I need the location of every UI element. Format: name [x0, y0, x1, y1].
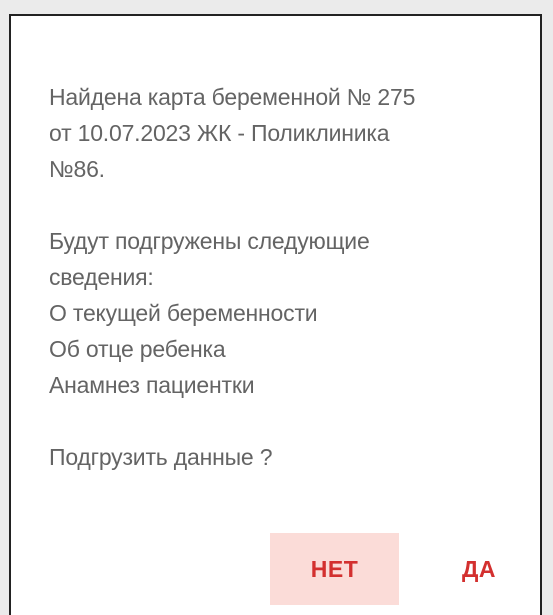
message-item-father: Об отце ребенка: [49, 336, 226, 362]
message-line-info: сведения:: [49, 264, 154, 290]
message-item-pregnancy: О текущей беременности: [49, 300, 318, 326]
message-line-clinic-number: №86.: [49, 156, 105, 182]
message-line-date-clinic: от 10.07.2023 ЖК - Поликлиника: [49, 120, 390, 146]
yes-button[interactable]: ДА: [430, 533, 528, 605]
message-item-anamnesis: Анамнез пациентки: [49, 372, 255, 398]
no-button[interactable]: НЕТ: [270, 533, 399, 605]
confirm-dialog: Найдена карта беременной № 275 от 10.07.…: [9, 14, 542, 615]
message-line-will-load: Будут подгружены следующие: [49, 228, 370, 254]
message-line-found-card: Найдена карта беременной № 275: [49, 84, 416, 110]
message-question: Подгрузить данные ?: [49, 444, 273, 470]
message-spacer: [49, 403, 519, 439]
dialog-message: Найдена карта беременной № 275 от 10.07.…: [49, 79, 519, 475]
message-spacer: [49, 187, 519, 223]
